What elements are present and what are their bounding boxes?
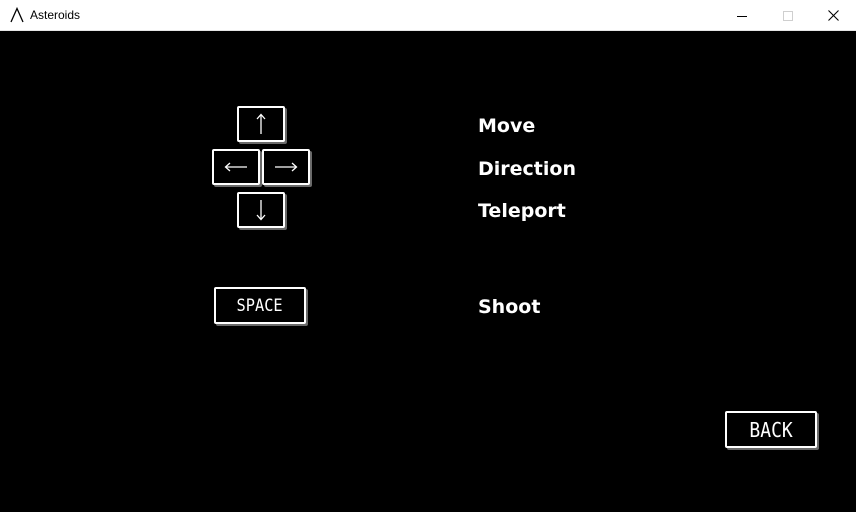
shoot-label: Shoot <box>478 296 541 318</box>
close-button[interactable] <box>810 0 856 31</box>
game-window: Asteroids SPACE Move Direction Teleport … <box>0 0 856 512</box>
title-bar[interactable]: Asteroids <box>0 0 856 31</box>
right-arrow-icon <box>275 162 298 172</box>
teleport-label: Teleport <box>478 200 566 222</box>
right-arrow-key <box>262 149 310 185</box>
up-arrow-icon <box>256 113 266 134</box>
space-key-label: SPACE <box>236 295 284 316</box>
up-arrow-key <box>237 106 285 142</box>
minimize-icon <box>737 15 747 17</box>
down-arrow-icon <box>256 200 266 221</box>
move-label: Move <box>478 115 536 137</box>
maximize-icon <box>783 10 793 21</box>
direction-label: Direction <box>478 158 576 180</box>
minimize-button[interactable] <box>719 0 765 31</box>
asteroids-a-icon <box>9 6 25 23</box>
left-arrow-key <box>212 149 260 185</box>
space-key: SPACE <box>214 287 306 324</box>
controls-screen: SPACE Move Direction Teleport Shoot BACK <box>0 31 856 512</box>
back-button[interactable]: BACK <box>725 411 817 448</box>
maximize-button[interactable] <box>765 0 811 31</box>
close-icon <box>827 10 839 21</box>
left-arrow-icon <box>224 162 247 172</box>
window-title: Asteroids <box>30 8 81 22</box>
back-button-label: BACK <box>749 417 793 442</box>
down-arrow-key <box>237 192 285 228</box>
